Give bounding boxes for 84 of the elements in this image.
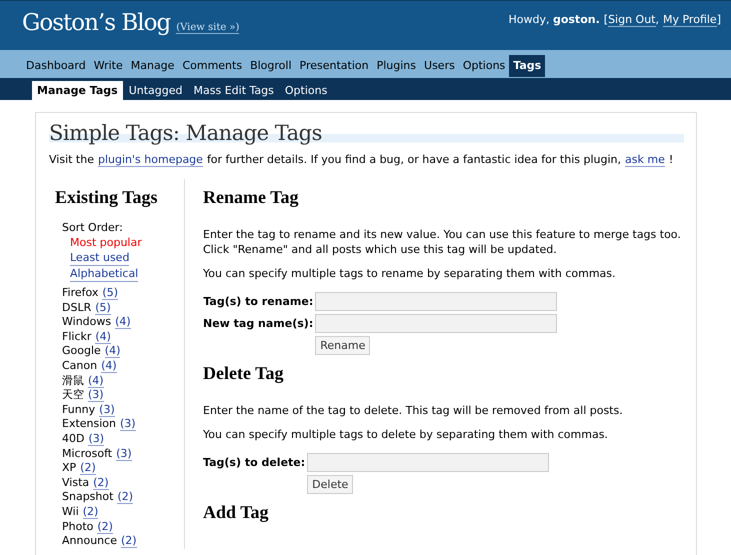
tag-count-link[interactable]: (2) xyxy=(82,504,98,519)
tag-count-link[interactable]: (3) xyxy=(120,417,136,432)
bracket-text: ] xyxy=(716,13,721,27)
input-field[interactable] xyxy=(315,314,558,332)
description-text: Enter the name of the tag to delete. This tag will be removed from all posts. xyxy=(203,404,624,418)
nav-tab[interactable]: Manage xyxy=(126,55,178,77)
section-title: Add Tag xyxy=(203,502,270,522)
tag-count-link[interactable]: (5) xyxy=(95,300,111,315)
tag-name: 40D xyxy=(62,432,84,445)
tag-count-link[interactable]: (4) xyxy=(115,315,131,330)
section-title: Delete Tag xyxy=(203,362,284,384)
tag-name: Microsoft xyxy=(62,446,112,460)
tag-name: Flickr xyxy=(62,330,92,343)
comma-text: , xyxy=(656,13,659,27)
section-title: Existing Tags xyxy=(55,187,159,208)
section-title: Rename Tag xyxy=(203,187,300,208)
sub-tab[interactable]: Manage Tags xyxy=(32,81,123,100)
nav-tab[interactable]: Comments xyxy=(178,55,246,77)
tag-count-link[interactable]: (3) xyxy=(99,402,115,417)
tag-count-link[interactable]: (3) xyxy=(88,432,104,446)
tag-name: 滑鼠 xyxy=(62,374,84,387)
tag-count-link[interactable]: (2) xyxy=(80,461,96,476)
tag-count-link[interactable]: (4) xyxy=(101,358,117,373)
input-field[interactable] xyxy=(315,292,558,310)
ask-me-link[interactable]: ask me xyxy=(625,153,665,167)
input-field[interactable] xyxy=(307,452,550,472)
nav-tab[interactable]: Options xyxy=(458,55,510,77)
homepage-link[interactable]: plugin's homepage xyxy=(98,153,203,167)
sub-tab[interactable]: Options xyxy=(280,81,332,100)
blog-title: Goston’s Blog xyxy=(22,10,170,36)
tag-name: Photo xyxy=(62,520,94,532)
view-site-link[interactable]: (View site ») xyxy=(176,22,240,34)
tag-count-link[interactable]: (2) xyxy=(97,520,113,534)
tag-count-link[interactable]: (2) xyxy=(93,476,109,490)
sub-tab[interactable]: Mass Edit Tags xyxy=(188,81,279,100)
nav-tab[interactable]: Write xyxy=(90,55,127,77)
tag-count-link[interactable]: (2) xyxy=(117,490,134,504)
tag-count-link[interactable]: (5) xyxy=(102,286,118,300)
tag-name: XP xyxy=(62,461,76,474)
intro-text: Visit the xyxy=(49,153,94,167)
field-label: Tag(s) to delete: xyxy=(203,456,306,468)
tag-count-link[interactable]: (4) xyxy=(104,344,120,358)
nav-tab[interactable]: Tags xyxy=(509,55,546,77)
tag-name: Wii xyxy=(62,504,79,518)
intro-text: ! xyxy=(668,153,674,167)
nav-tab[interactable]: Presentation xyxy=(296,55,373,77)
nav-tab[interactable]: Blogroll xyxy=(246,55,296,77)
sub-tab[interactable]: Untagged xyxy=(124,81,188,100)
tag-name: Windows xyxy=(62,315,112,328)
field-label: New tag name(s): xyxy=(203,316,314,330)
tag-count-link[interactable]: (3) xyxy=(88,388,104,402)
nav-tab[interactable]: Dashboard xyxy=(22,55,90,77)
bracket-text: [ xyxy=(604,13,608,27)
sort-option[interactable]: Most popular xyxy=(70,235,142,250)
tag-count-link[interactable]: (3) xyxy=(116,446,132,461)
tag-name: DSLR xyxy=(62,300,92,314)
tag-name: 天空 xyxy=(62,388,84,402)
tag-name: Announce xyxy=(62,534,117,548)
tag-count-link[interactable]: (4) xyxy=(88,374,104,388)
nav-tab[interactable]: Users xyxy=(420,55,459,77)
sort-option[interactable]: Least used xyxy=(70,250,130,266)
tag-name: Canon xyxy=(62,358,98,372)
tag-name: Funny xyxy=(62,402,96,416)
description-text: You can specify multiple tags to rename by separating them with commas. xyxy=(203,267,617,282)
tag-name: Google xyxy=(62,344,101,358)
tag-count-link[interactable]: (2) xyxy=(120,534,137,548)
submit-button[interactable]: Rename xyxy=(315,336,370,354)
sign-out-link[interactable]: Sign Out xyxy=(608,13,656,27)
tag-name: Vista xyxy=(62,476,90,489)
greeting-text: Howdy, goston. xyxy=(508,13,600,27)
submit-button[interactable]: Delete xyxy=(307,474,354,494)
field-label: Tag(s) to rename: xyxy=(203,294,314,308)
tag-name: Extension xyxy=(62,417,116,430)
sort-label: Sort Order: xyxy=(62,221,124,234)
page-title: Simple Tags: Manage Tags xyxy=(49,121,684,145)
tag-name: Snapshot xyxy=(62,490,114,504)
sort-option[interactable]: Alphabetical xyxy=(70,266,138,282)
nav-tab[interactable]: Plugins xyxy=(372,55,420,77)
intro-text: for further details. If you find a bug, or have a fantastic idea for this plugin, xyxy=(206,153,622,167)
tag-count-link[interactable]: (4) xyxy=(95,330,111,344)
description-text: You can specify multiple tags to delete by separating them with commas. xyxy=(203,428,609,442)
tag-name: Firefox xyxy=(62,286,98,299)
description-text: Enter the tag to rename and its new value. You can use this feature to merge tags too. Click "Rename" and all posts which use this tag will be updated. xyxy=(203,228,682,257)
profile-link[interactable]: My Profile xyxy=(663,13,717,27)
